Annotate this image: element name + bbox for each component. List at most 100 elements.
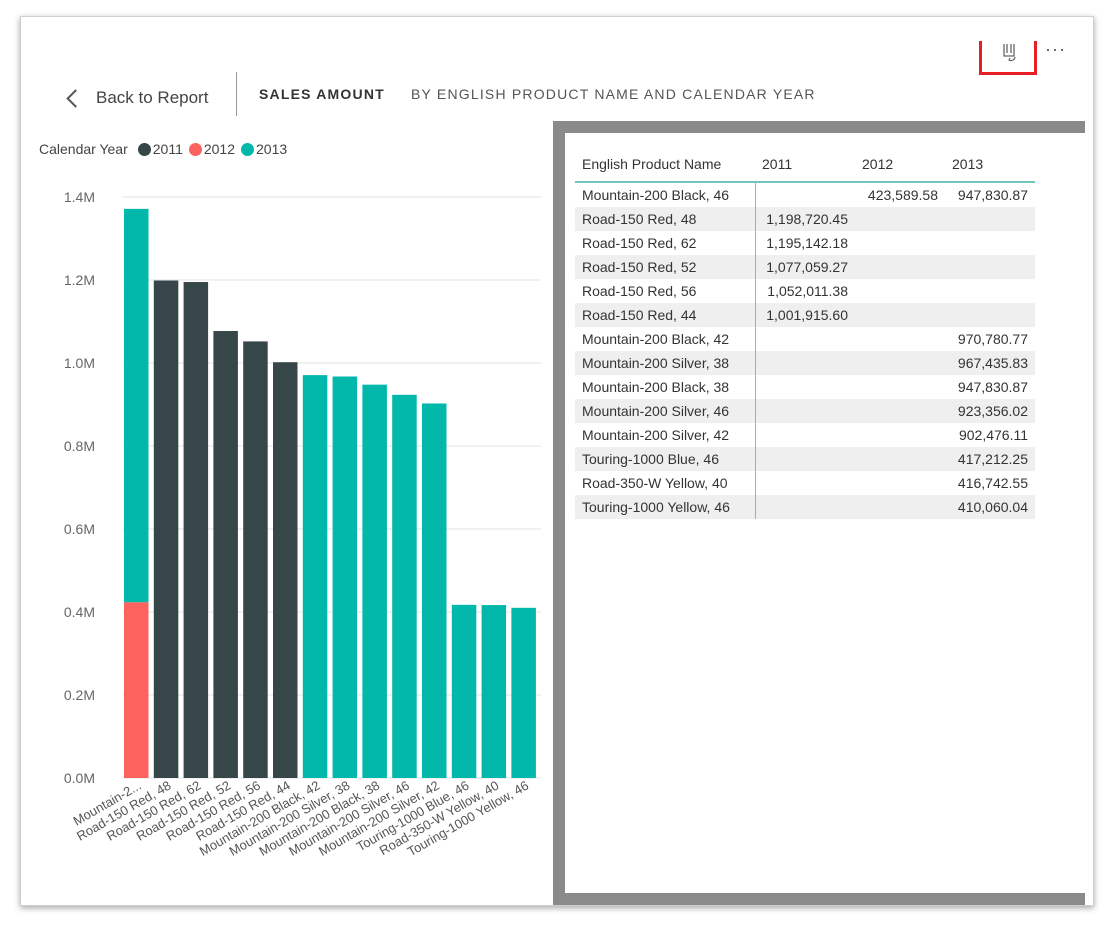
table-row: Mountain-200 Silver, 46 923,356.02	[575, 399, 1035, 423]
table-cell-value	[945, 231, 1035, 255]
table-cell-value	[855, 327, 945, 351]
table-row: Touring-1000 Blue, 46 417,212.25	[575, 447, 1035, 471]
table-cell-value	[755, 471, 855, 495]
table-row: Mountain-200 Black, 46 423,589.58 947,830.…	[575, 182, 1035, 207]
table-cell-value	[945, 279, 1035, 303]
legend-dot	[137, 142, 151, 156]
back-to-report-button[interactable]: Back to Report	[65, 83, 208, 113]
y-tick-label: 0.0M	[64, 770, 95, 786]
table-cell-value	[755, 495, 855, 519]
data-table: English Product Name 2011 2012 2013 Moun…	[575, 147, 1035, 519]
table-cell-product: Road-150 Red, 48	[575, 207, 756, 231]
chart-legend: Calendar Year 2011 2012 2013	[39, 141, 293, 157]
table-cell-value	[945, 303, 1035, 327]
table-cell-value	[855, 423, 945, 447]
more-options-button[interactable]: ···	[1045, 39, 1066, 60]
table-cell-value	[755, 351, 855, 375]
bar-2013[interactable]	[511, 607, 536, 778]
visual-title: SALES AMOUNT	[259, 86, 385, 102]
switch-visual-icon	[1003, 44, 1016, 62]
table-cell-value: 410,060.04	[945, 495, 1035, 519]
legend-item-2011[interactable]: 2011	[137, 141, 183, 157]
table-cell-value: 417,212.25	[945, 447, 1035, 471]
table-row: Mountain-200 Black, 42 970,780.77	[575, 327, 1035, 351]
table-cell-value: 1,077,059.27	[755, 255, 855, 279]
table-row: Mountain-200 Silver, 38 967,435.83	[575, 351, 1035, 375]
table-cell-value: 947,830.87	[957, 187, 1028, 203]
column-header-product[interactable]: English Product Name	[575, 147, 755, 183]
table-cell-product: Mountain-200 Black, 38	[575, 375, 756, 399]
bar-2013[interactable]	[332, 376, 358, 778]
table-cell-product: Road-150 Red, 52	[575, 255, 756, 279]
table-row: Road-150 Red, 44 1,001,915.60	[575, 303, 1035, 327]
table-cell-product: Road-150 Red, 44	[575, 303, 756, 327]
bar-2011[interactable]	[213, 331, 238, 778]
table-cell-value	[755, 399, 855, 423]
table-cell-value: 1,195,142.18	[766, 235, 848, 251]
switch-visual-table-button[interactable]	[979, 41, 1037, 75]
table-cell-value	[855, 495, 945, 519]
y-tick-label: 0.2M	[64, 687, 95, 703]
bar-2013[interactable]	[124, 208, 149, 603]
table-cell-value	[855, 231, 945, 255]
focus-mode-frame: Back to Report SALES AMOUNT BY ENGLISH P…	[20, 16, 1094, 906]
legend-item-2012[interactable]: 2012	[188, 141, 236, 157]
table-row: Road-150 Red, 48 1,198,720.45	[575, 207, 1035, 231]
table-cell-product: Road-150 Red, 56	[575, 279, 756, 303]
table-row: Mountain-200 Black, 38 947,830.87	[575, 375, 1035, 399]
table-row: Mountain-200 Silver, 42 902,476.11	[575, 423, 1035, 447]
bar-2011[interactable]	[243, 341, 268, 778]
table-cell-value	[855, 447, 945, 471]
table-cell-value	[855, 375, 945, 399]
table-cell-product: Mountain-200 Silver, 46	[575, 399, 756, 423]
table-cell-product: Mountain-200 Silver, 42	[575, 423, 756, 447]
legend-label: 2012	[203, 141, 236, 157]
table-cell-value	[855, 303, 945, 327]
bar-2013[interactable]	[302, 375, 328, 778]
column-header-2011[interactable]: 2011	[755, 147, 855, 183]
column-header-2012[interactable]: 2012	[855, 147, 945, 183]
table-row: Road-150 Red, 62 1,195,142.18	[575, 231, 1035, 255]
bar-2011[interactable]	[153, 280, 179, 778]
table-panel: English Product Name 2011 2012 2013 Moun…	[553, 121, 1085, 905]
chevron-left-icon	[66, 88, 85, 108]
legend-label: 2011	[152, 141, 183, 157]
table-cell-product: Mountain-200 Silver, 38	[575, 351, 756, 375]
column-header-2013[interactable]: 2013	[945, 147, 1035, 183]
table-cell-value: 1,001,915.60	[755, 303, 855, 327]
table-cell-product: Mountain-200 Black, 46	[575, 182, 756, 207]
bar-2012[interactable]	[124, 602, 149, 778]
legend-title: Calendar Year	[39, 141, 128, 157]
bar-2013[interactable]	[451, 604, 477, 778]
table-header-row: English Product Name 2011 2012 2013	[575, 147, 1035, 183]
table-cell-product: Road-350-W Yellow, 40	[575, 471, 756, 495]
table-row: Touring-1000 Yellow, 46 410,060.04	[575, 495, 1035, 519]
bar-2011[interactable]	[273, 362, 298, 778]
table-cell-value: 423,589.58	[867, 187, 938, 203]
y-tick-label: 1.4M	[64, 189, 95, 205]
bar-2013[interactable]	[422, 403, 447, 778]
table-cell-product: Road-150 Red, 62	[575, 231, 756, 255]
table-cell-product: Touring-1000 Yellow, 46	[575, 495, 756, 519]
table-cell-value	[855, 399, 945, 423]
y-tick-label: 0.6M	[64, 521, 95, 537]
table-cell-value	[755, 447, 855, 471]
bar-2013[interactable]	[481, 605, 507, 778]
y-tick-label: 1.0M	[64, 355, 95, 371]
table-cell-value	[855, 207, 945, 231]
legend-item-2013[interactable]: 2013	[241, 141, 287, 157]
table-row: Road-350-W Yellow, 40 416,742.55	[575, 471, 1035, 495]
bar-2011[interactable]	[183, 282, 209, 778]
y-tick-label: 1.2M	[64, 272, 95, 288]
table-cell-value: 947,830.87	[957, 379, 1028, 395]
bar-2013[interactable]	[392, 394, 417, 778]
legend-dot	[241, 142, 255, 156]
table-cell-value: 967,435.83	[945, 351, 1035, 375]
bar-2013[interactable]	[362, 384, 387, 778]
table-cell-value: 1,052,011.38	[767, 283, 848, 299]
table-cell-value	[755, 327, 855, 351]
table-cell-value: 970,780.77	[957, 331, 1028, 347]
table-cell-value	[755, 182, 855, 207]
header-divider	[236, 72, 237, 116]
table-cell-value	[855, 471, 945, 495]
